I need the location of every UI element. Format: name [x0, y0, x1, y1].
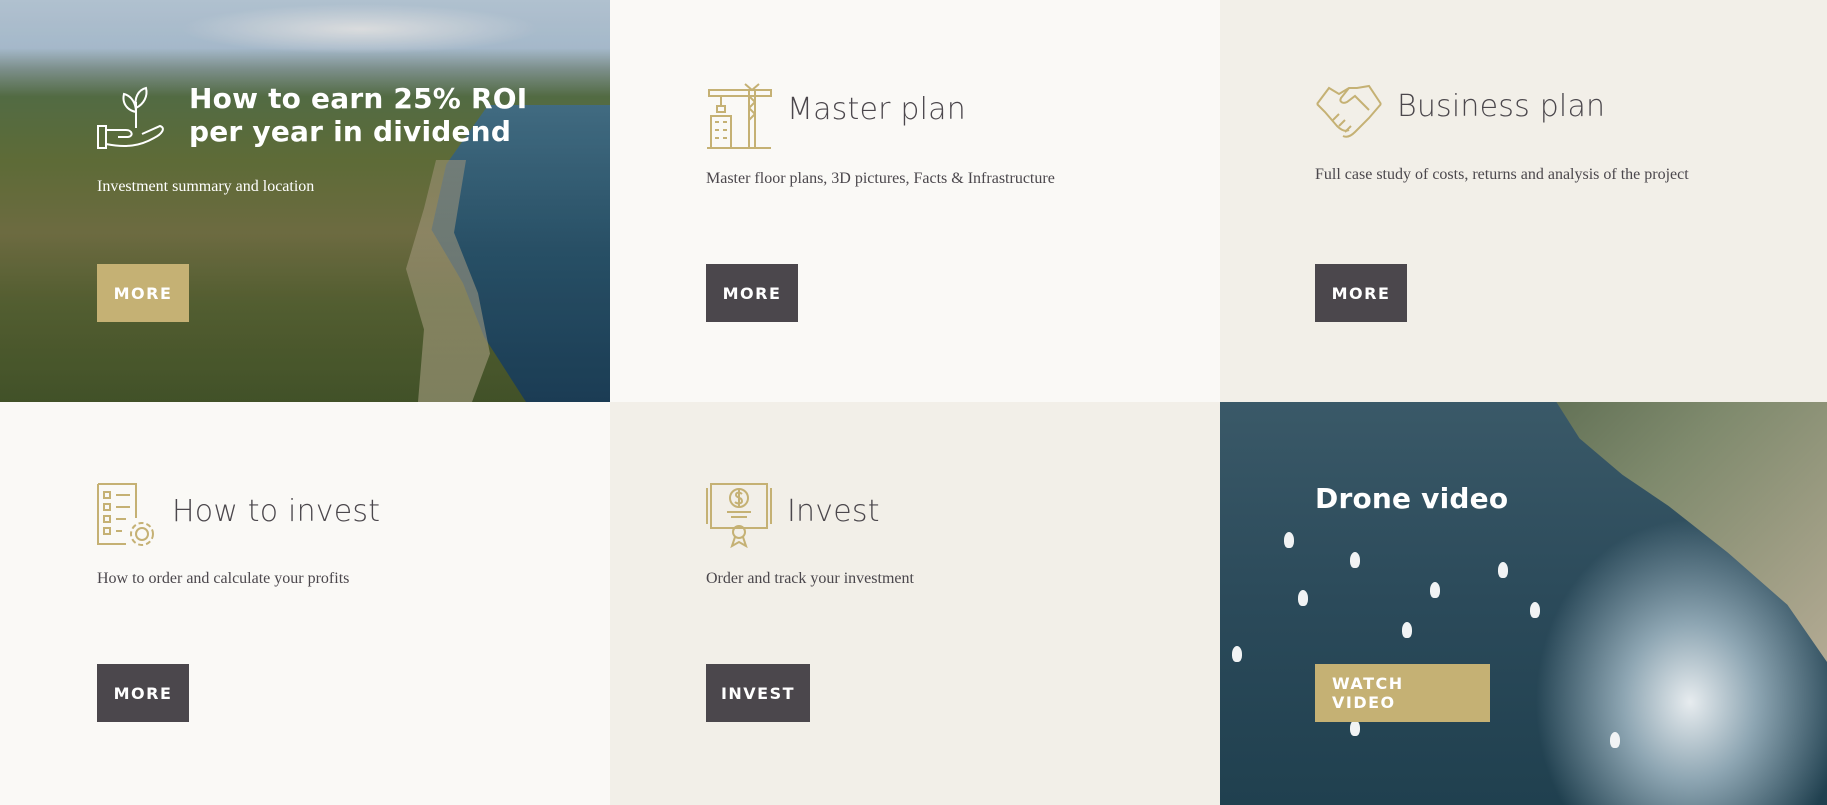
tile-description: Order and track your investment: [706, 570, 914, 587]
tile-description: Investment summary and location: [97, 178, 315, 195]
more-button[interactable]: MORE: [97, 264, 189, 322]
tile-description: How to order and calculate your profits: [97, 570, 350, 587]
tile-description: Master floor plans, 3D pictures, Facts &…: [706, 170, 1055, 187]
tile-title: Master plan: [787, 92, 966, 127]
watch-video-button[interactable]: WATCH VIDEO: [1315, 664, 1490, 722]
tile-title-line: How to earn 25% ROI: [189, 82, 528, 115]
tile-description: Full case study of costs, returns and an…: [1315, 166, 1689, 183]
plant-hand-icon: [97, 86, 164, 149]
tile-drone-video: Drone video WATCH VIDEO: [1220, 402, 1827, 805]
tile-master-plan: Master plan Master floor plans, 3D pictu…: [610, 0, 1220, 402]
tile-business-plan: Business plan Full case study of costs, …: [1220, 0, 1827, 402]
more-button[interactable]: MORE: [97, 664, 189, 722]
landscape-photo: [0, 0, 610, 402]
marina-photo: [1220, 402, 1827, 805]
handshake-icon: [1316, 84, 1382, 138]
more-button[interactable]: MORE: [1315, 264, 1407, 322]
tile-title: Business plan: [1397, 89, 1606, 124]
tile-title-line: per year in dividend: [189, 115, 512, 148]
tile-title: How to earn 25% ROI per year in dividend: [189, 82, 527, 148]
more-button[interactable]: MORE: [706, 264, 798, 322]
invest-button[interactable]: INVEST: [706, 664, 810, 722]
tile-roi: How to earn 25% ROI per year in dividend…: [0, 0, 610, 402]
tile-how-to-invest: How to invest How to order and calculate…: [0, 402, 610, 805]
services-grid: How to earn 25% ROI per year in dividend…: [0, 0, 1827, 805]
tile-title: How to invest: [172, 494, 381, 529]
tile-invest: Invest Order and track your investment I…: [610, 402, 1220, 805]
checklist-gear-icon: [97, 483, 154, 546]
certificate-dollar-icon: [706, 483, 772, 548]
tile-title: Drone video: [1315, 482, 1509, 515]
crane-building-icon: [707, 83, 772, 149]
tile-title: Invest: [787, 494, 880, 529]
